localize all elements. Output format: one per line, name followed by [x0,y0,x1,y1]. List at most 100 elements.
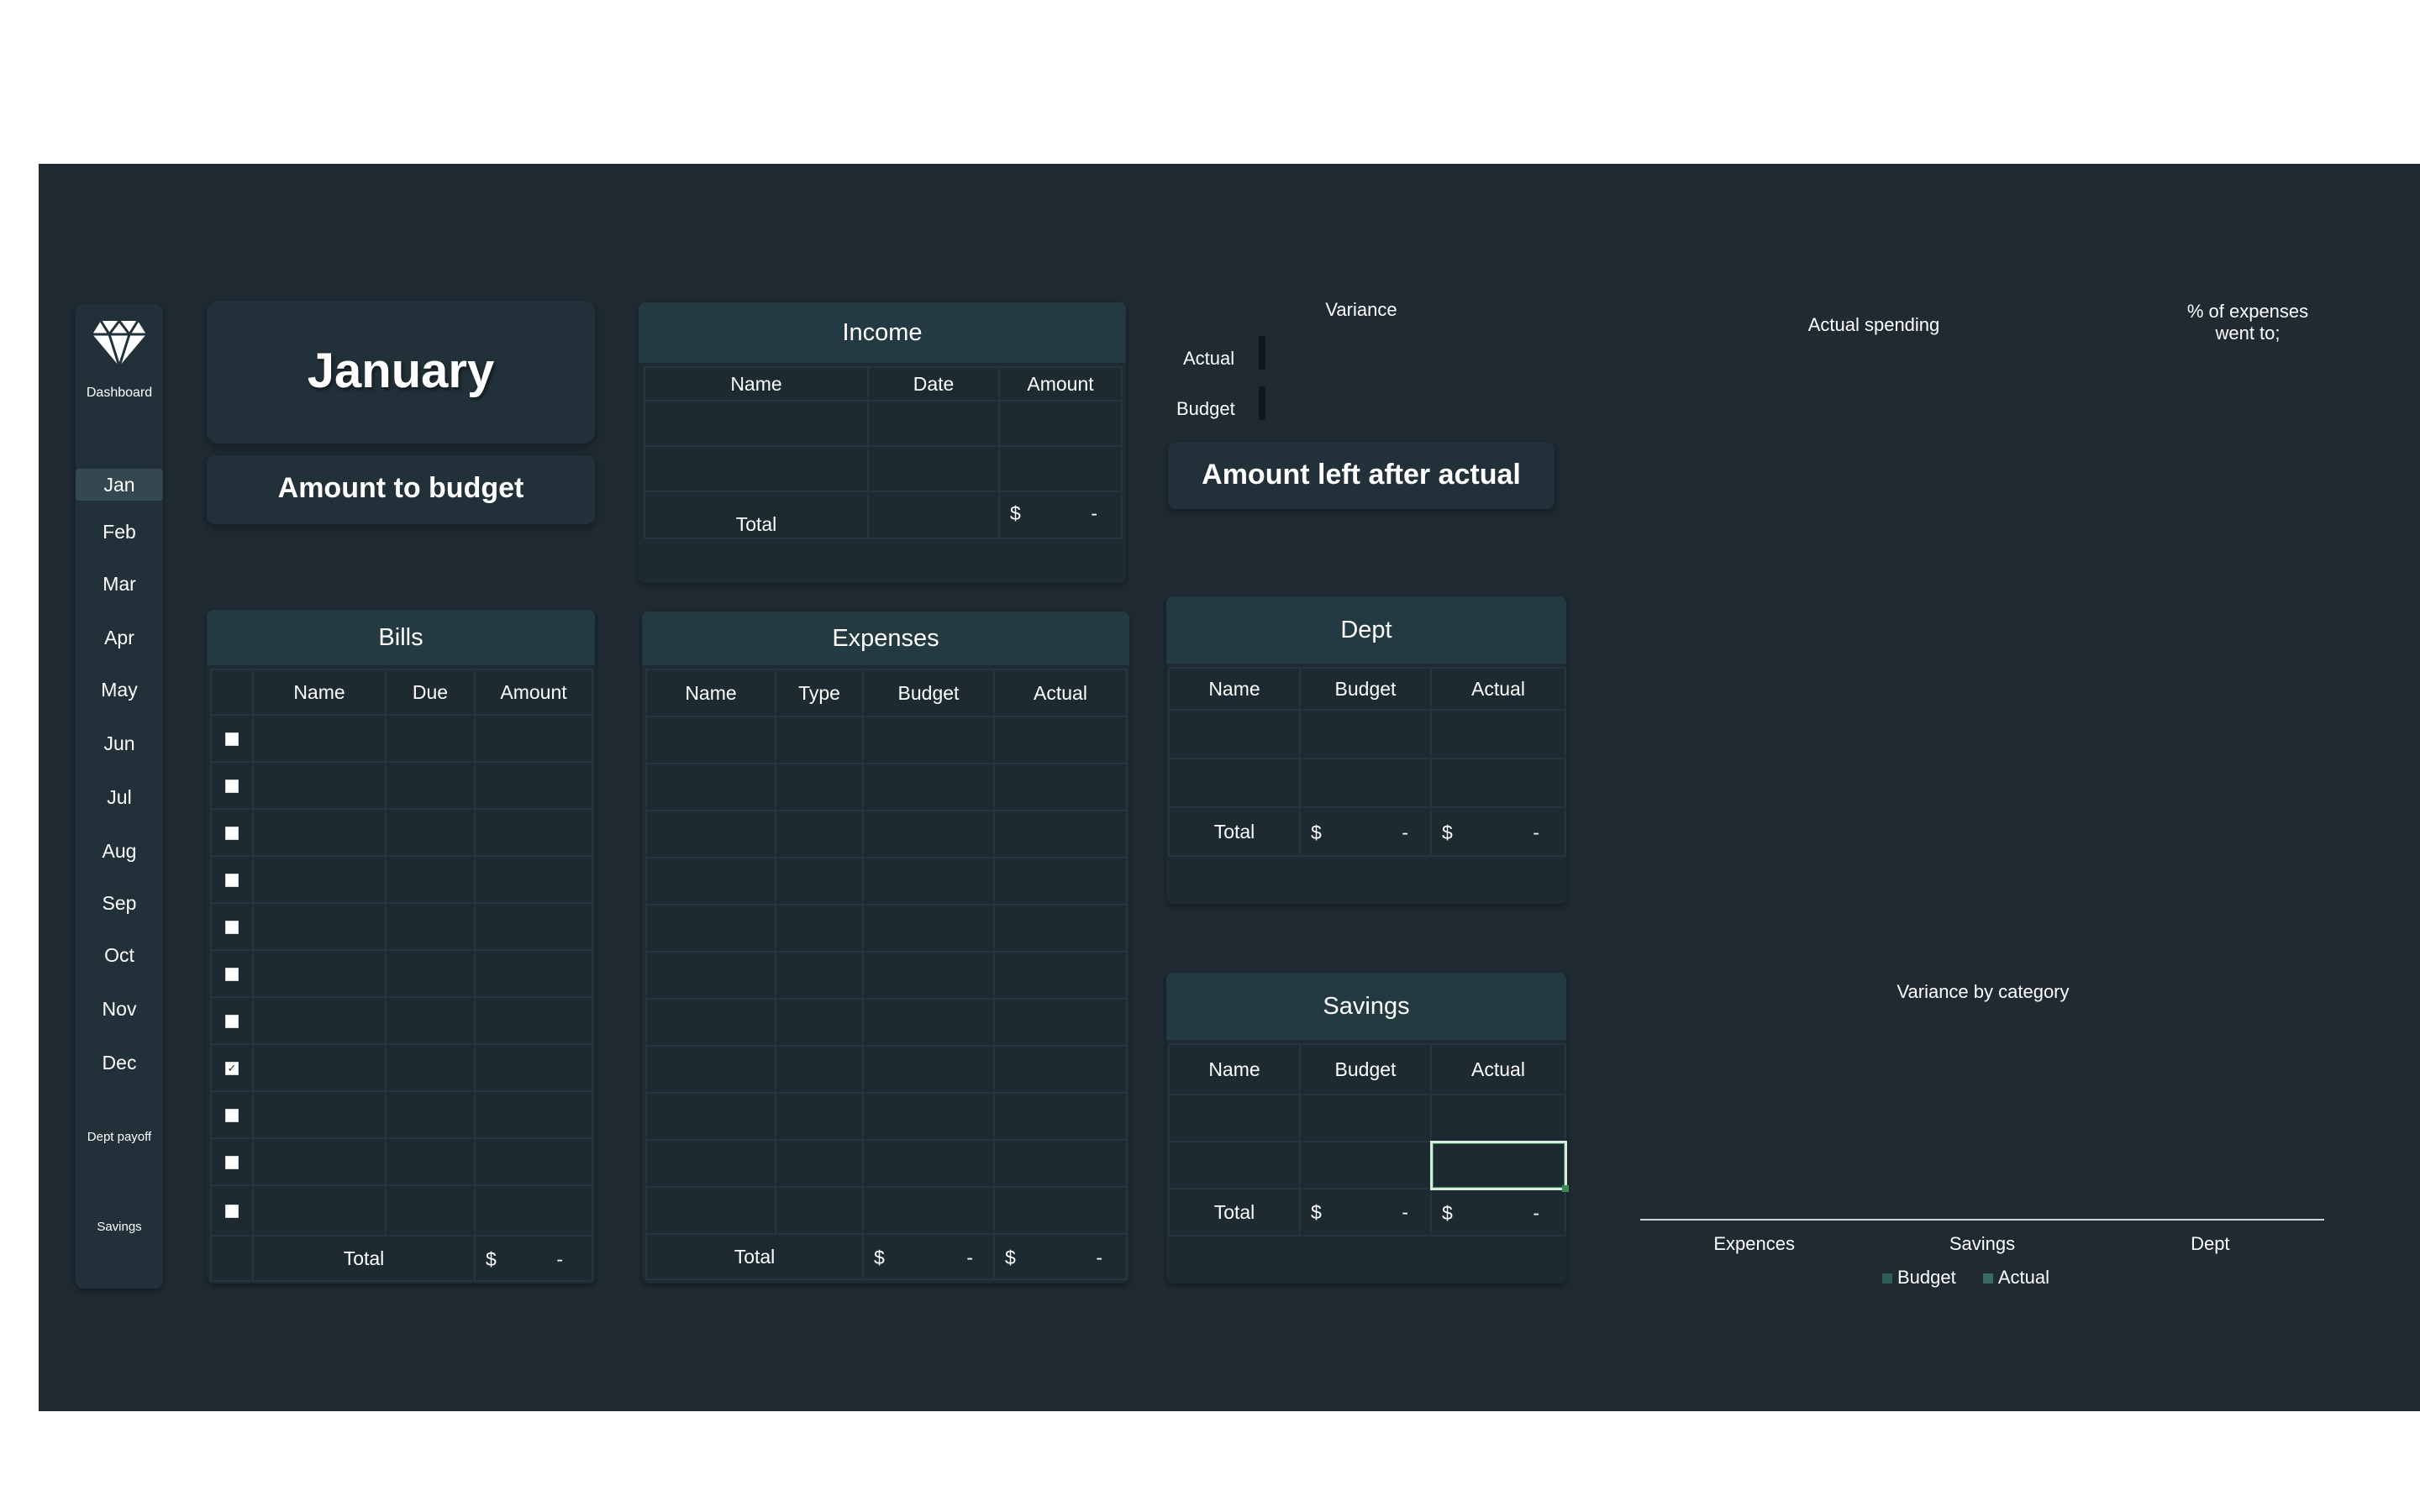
table-cell[interactable] [474,1184,593,1236]
table-cell[interactable] [252,1043,387,1092]
table-cell[interactable] [862,1045,995,1094]
table-cell[interactable] [1299,1094,1432,1142]
table-cell[interactable] [1299,1141,1432,1189]
table-cell[interactable] [862,857,995,906]
table-cell[interactable] [252,808,387,857]
bill-paid-checkbox[interactable] [225,827,239,841]
nav-month-apr[interactable]: Apr [76,622,163,654]
table-cell[interactable] [385,855,476,904]
table-cell[interactable] [474,1043,593,1092]
table-cell[interactable] [1168,709,1301,759]
table-cell[interactable] [862,1092,995,1141]
table-cell[interactable] [993,810,1128,858]
bill-paid-checkbox[interactable] [225,1205,239,1219]
table-cell[interactable] [385,808,476,857]
table-cell[interactable] [993,904,1128,953]
table-cell[interactable] [867,400,1000,447]
table-cell[interactable] [645,951,776,1000]
table-cell[interactable] [645,763,776,811]
table-cell[interactable] [474,996,593,1045]
table-cell[interactable] [385,1184,476,1236]
table-cell[interactable] [1299,758,1432,808]
bill-paid-checkbox[interactable] [225,874,239,888]
table-cell[interactable] [1168,758,1301,808]
nav-month-nov[interactable]: Nov [76,993,163,1025]
table-cell[interactable] [252,761,387,810]
table-cell[interactable] [993,716,1128,764]
table-cell[interactable] [644,445,869,492]
table-cell[interactable] [862,763,995,811]
table-cell[interactable] [775,1092,864,1141]
table-cell[interactable] [775,763,864,811]
bill-paid-checkbox[interactable] [225,780,239,794]
table-cell[interactable] [252,1137,387,1186]
table-cell[interactable] [775,1139,864,1188]
table-cell[interactable] [862,716,995,764]
table-cell[interactable] [474,855,593,904]
nav-month-jul[interactable]: Jul [76,781,163,813]
table-cell[interactable] [252,1090,387,1139]
bill-paid-checkbox[interactable] [225,1109,239,1123]
nav-month-jan[interactable]: Jan [76,469,163,501]
table-cell[interactable] [474,902,593,951]
table-cell[interactable] [862,1186,995,1235]
table-cell[interactable] [252,714,387,763]
table-cell[interactable] [862,998,995,1047]
table-cell[interactable] [385,1090,476,1139]
table-cell[interactable] [862,904,995,953]
table-cell[interactable] [993,1092,1128,1141]
table-cell[interactable] [1168,1141,1301,1189]
table-cell[interactable] [775,1045,864,1094]
table-cell[interactable] [645,1139,776,1188]
nav-dept-payoff[interactable]: Dept payoff [76,1129,163,1146]
table-cell[interactable] [385,1043,476,1092]
table-cell[interactable] [385,902,476,951]
table-cell[interactable] [993,857,1128,906]
table-cell[interactable] [775,904,864,953]
table-cell[interactable] [474,714,593,763]
table-cell[interactable] [775,1186,864,1235]
dashboard-link[interactable]: Dashboard [76,386,163,401]
table-cell[interactable] [993,1186,1128,1235]
table-cell[interactable] [645,904,776,953]
table-cell[interactable] [998,445,1123,492]
bill-paid-checkbox[interactable] [225,732,239,747]
bill-paid-checkbox[interactable] [225,1015,239,1029]
table-cell[interactable] [645,857,776,906]
table-cell[interactable] [775,810,864,858]
table-cell[interactable] [1430,1094,1566,1142]
table-cell[interactable] [1168,1094,1301,1142]
table-cell[interactable] [862,951,995,1000]
table-cell[interactable] [993,951,1128,1000]
nav-month-aug[interactable]: Aug [76,835,163,867]
table-cell[interactable] [645,1186,776,1235]
table-cell[interactable] [474,949,593,998]
table-cell[interactable] [775,951,864,1000]
table-cell[interactable] [474,1137,593,1186]
table-cell[interactable] [645,1045,776,1094]
nav-month-mar[interactable]: Mar [76,568,163,600]
table-cell[interactable] [252,1184,387,1236]
table-cell[interactable] [867,445,1000,492]
table-cell[interactable] [385,1137,476,1186]
table-cell[interactable] [862,810,995,858]
table-cell[interactable] [644,400,869,447]
table-cell[interactable] [645,716,776,764]
table-cell[interactable] [474,808,593,857]
table-cell[interactable] [252,855,387,904]
nav-month-jun[interactable]: Jun [76,727,163,759]
table-cell[interactable] [993,763,1128,811]
selected-cell[interactable] [1429,1140,1569,1192]
table-cell[interactable] [645,1092,776,1141]
nav-month-oct[interactable]: Oct [76,939,163,971]
table-cell[interactable] [1299,709,1432,759]
table-cell[interactable] [775,857,864,906]
nav-month-feb[interactable]: Feb [76,516,163,548]
table-cell[interactable] [252,996,387,1045]
table-cell[interactable] [645,998,776,1047]
table-cell[interactable] [1430,758,1566,808]
nav-month-dec[interactable]: Dec [76,1047,163,1079]
table-cell[interactable] [1430,709,1566,759]
table-cell[interactable] [385,714,476,763]
bill-paid-checkbox[interactable] [225,968,239,982]
